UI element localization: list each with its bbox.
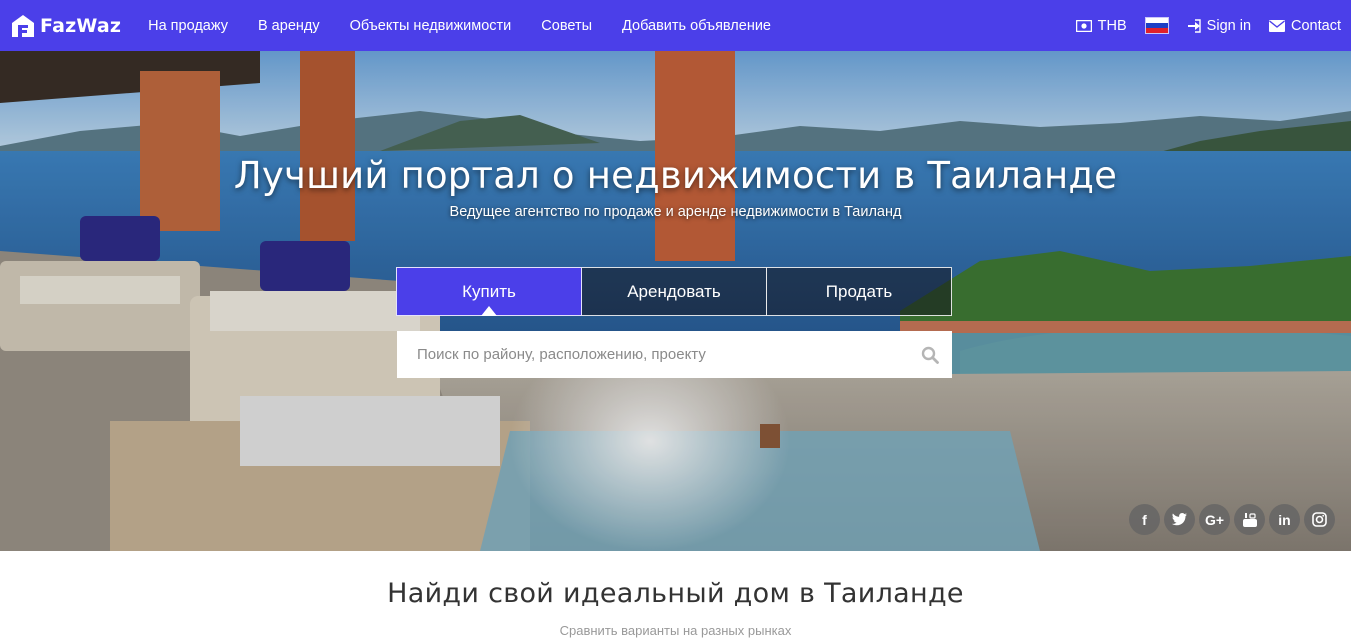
nav-link-properties[interactable]: Объекты недвижимости <box>335 18 527 34</box>
linkedin-icon[interactable]: in <box>1269 504 1300 535</box>
facebook-icon[interactable]: f <box>1129 504 1160 535</box>
tab-buy[interactable]: Купить <box>396 267 582 316</box>
section-subtitle: Сравнить варианты на разных рынках <box>559 623 792 638</box>
nav-link-sale[interactable]: На продажу <box>133 18 243 34</box>
search-icon <box>921 346 939 364</box>
contact-label: Contact <box>1291 17 1341 34</box>
nav-link-rent[interactable]: В аренду <box>243 18 335 34</box>
russia-flag-icon <box>1144 17 1169 34</box>
nav-link-add-listing[interactable]: Добавить объявление <box>607 18 786 34</box>
contact-link[interactable]: Contact <box>1269 18 1341 34</box>
money-icon <box>1075 19 1092 32</box>
currency-selector[interactable]: THB <box>1075 17 1127 34</box>
currency-label: THB <box>1097 17 1127 34</box>
language-selector[interactable] <box>1144 17 1169 34</box>
twitter-icon[interactable] <box>1164 504 1195 535</box>
brand-logo[interactable]: FazWaz <box>10 13 121 39</box>
search-box <box>397 330 952 379</box>
hero-title: Лучший портал о недвижимости в Таиланде <box>233 154 1118 197</box>
social-links: f G+ in <box>1129 504 1335 535</box>
google-plus-icon[interactable]: G+ <box>1199 504 1230 535</box>
instagram-icon[interactable] <box>1304 504 1335 535</box>
hero-banner: Лучший портал о недвижимости в Таиланде … <box>0 51 1351 551</box>
signin-label: Sign in <box>1206 17 1252 34</box>
nav-link-tips[interactable]: Советы <box>526 18 607 34</box>
hero-subtitle: Ведущее агентство по продаже и аренде не… <box>449 204 902 220</box>
search-input[interactable] <box>397 330 908 379</box>
tab-rent[interactable]: Арендовать <box>581 267 767 316</box>
envelope-icon <box>1269 19 1286 32</box>
youtube-icon[interactable] <box>1234 504 1265 535</box>
search-button[interactable] <box>908 331 952 378</box>
sign-in-icon <box>1187 18 1201 33</box>
search-tabs: Купить Арендовать Продать <box>396 267 952 316</box>
house-logo-icon <box>12 14 34 37</box>
tab-sell[interactable]: Продать <box>766 267 952 316</box>
nav-right-group: THB Sign in Contact <box>1058 0 1341 51</box>
signin-link[interactable]: Sign in <box>1187 18 1251 34</box>
section-title: Найди свой идеальный дом в Таиланде <box>387 578 964 609</box>
brand-name: FazWaz <box>40 14 122 37</box>
main-menu: На продажу В аренду Объекты недвижимости… <box>133 18 786 34</box>
top-navbar: FazWaz На продажу В аренду Объекты недви… <box>0 0 1351 51</box>
